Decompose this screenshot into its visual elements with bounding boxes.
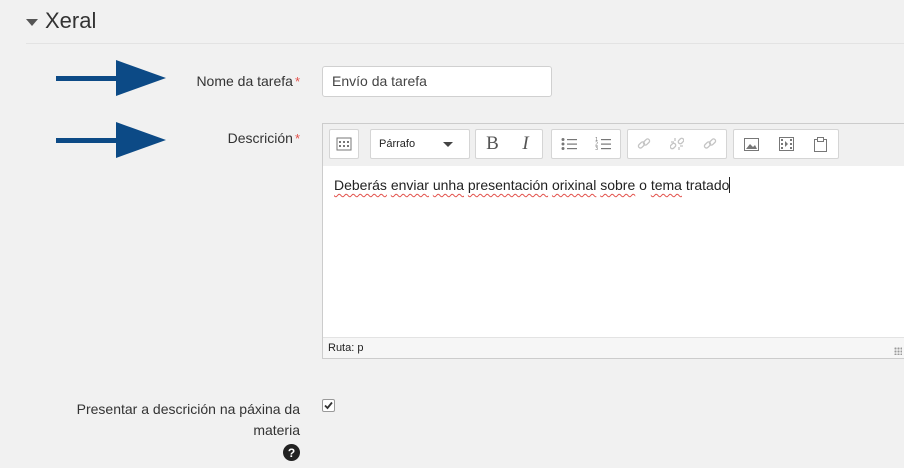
paragraph-format-select[interactable]: Párrafo	[371, 130, 461, 158]
editor-toolbar: Párrafo B I 123	[323, 124, 904, 167]
unordered-list-icon[interactable]	[552, 130, 586, 158]
link-icon[interactable]	[628, 130, 661, 158]
required-icon: *	[294, 131, 300, 146]
section-divider	[26, 43, 904, 44]
unlink-icon[interactable]	[661, 130, 694, 158]
toggle-toolbar-icon[interactable]	[330, 130, 358, 158]
show-description-checkbox[interactable]	[322, 399, 335, 412]
image-icon[interactable]	[734, 130, 769, 158]
media-icon[interactable]	[769, 130, 804, 158]
editor-word: enviar	[390, 177, 429, 193]
element-path: Ruta: p	[328, 342, 364, 354]
description-label: Descrición *	[227, 130, 300, 146]
resize-handle-icon[interactable]	[894, 347, 902, 355]
editor-word: orixinal	[551, 177, 597, 193]
chevron-down-icon	[443, 141, 454, 147]
editor-word: presentación	[467, 177, 549, 193]
help-icon[interactable]: ?	[283, 444, 300, 461]
editor-word: tema	[650, 177, 682, 193]
collapse-caret-icon[interactable]	[26, 18, 38, 26]
editor-word: o	[639, 177, 647, 193]
text-cursor	[729, 177, 731, 193]
section-header-xeral[interactable]: Xeral	[26, 8, 96, 34]
show-description-label: Presentar a descrición na páxina da mate…	[76, 401, 300, 438]
editor-word: tratado	[685, 177, 730, 193]
ordered-list-icon[interactable]: 123	[586, 130, 620, 158]
editor-word: sobre	[600, 177, 636, 193]
task-name-input[interactable]: Envío da tarefa	[322, 66, 552, 97]
required-icon: *	[294, 74, 300, 89]
editor-content-text: Deberás enviar unha presentación orixina…	[334, 177, 729, 193]
task-name-label: Nome da tarefa *	[196, 73, 300, 89]
paste-icon[interactable]	[803, 130, 838, 158]
editor-status-bar: Ruta: p	[323, 337, 904, 358]
italic-icon[interactable]: I	[509, 130, 542, 158]
editor-word: unha	[432, 177, 464, 193]
bold-icon[interactable]: B	[476, 130, 509, 158]
editor-content-area[interactable]: Deberás enviar unha presentación orixina…	[323, 166, 904, 339]
svg-text:3: 3	[595, 146, 598, 151]
section-title: Xeral	[45, 8, 97, 33]
checkmark-icon	[324, 401, 333, 410]
description-editor[interactable]: Párrafo B I 123 Deberás enviar unha pres…	[322, 123, 904, 359]
editor-word: Deberás	[334, 177, 387, 193]
anchor-icon[interactable]	[693, 130, 726, 158]
